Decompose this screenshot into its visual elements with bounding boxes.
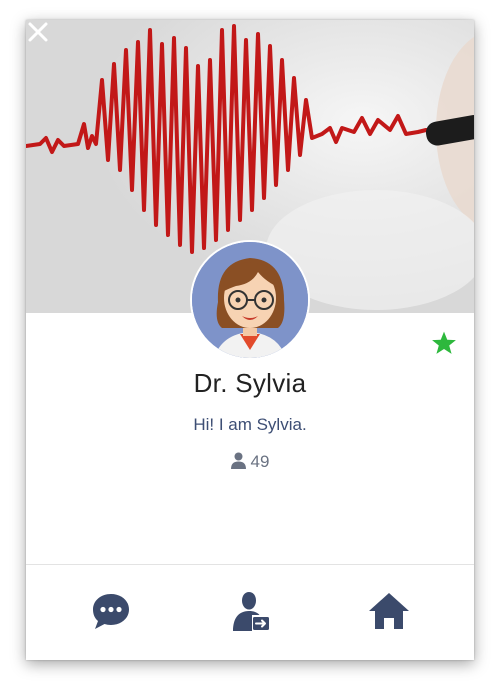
chat-bubble-icon[interactable]	[89, 589, 133, 633]
person-icon	[230, 452, 246, 469]
home-icon[interactable]	[367, 589, 411, 633]
friend-count: 49	[26, 452, 474, 472]
avatar[interactable]	[192, 242, 308, 358]
status-message: Hi! I am Sylvia.	[193, 415, 307, 434]
profile-name: Dr. Sylvia	[193, 368, 307, 398]
doctor-avatar-image	[192, 242, 308, 358]
star-icon[interactable]	[431, 330, 457, 356]
profile-card: Dr. Sylvia Hi! I am Sylvia. 49	[26, 20, 474, 660]
person-share-icon[interactable]	[228, 589, 272, 633]
close-icon[interactable]	[26, 20, 50, 44]
friend-count-value: 49	[250, 452, 270, 471]
action-bar	[26, 565, 474, 660]
